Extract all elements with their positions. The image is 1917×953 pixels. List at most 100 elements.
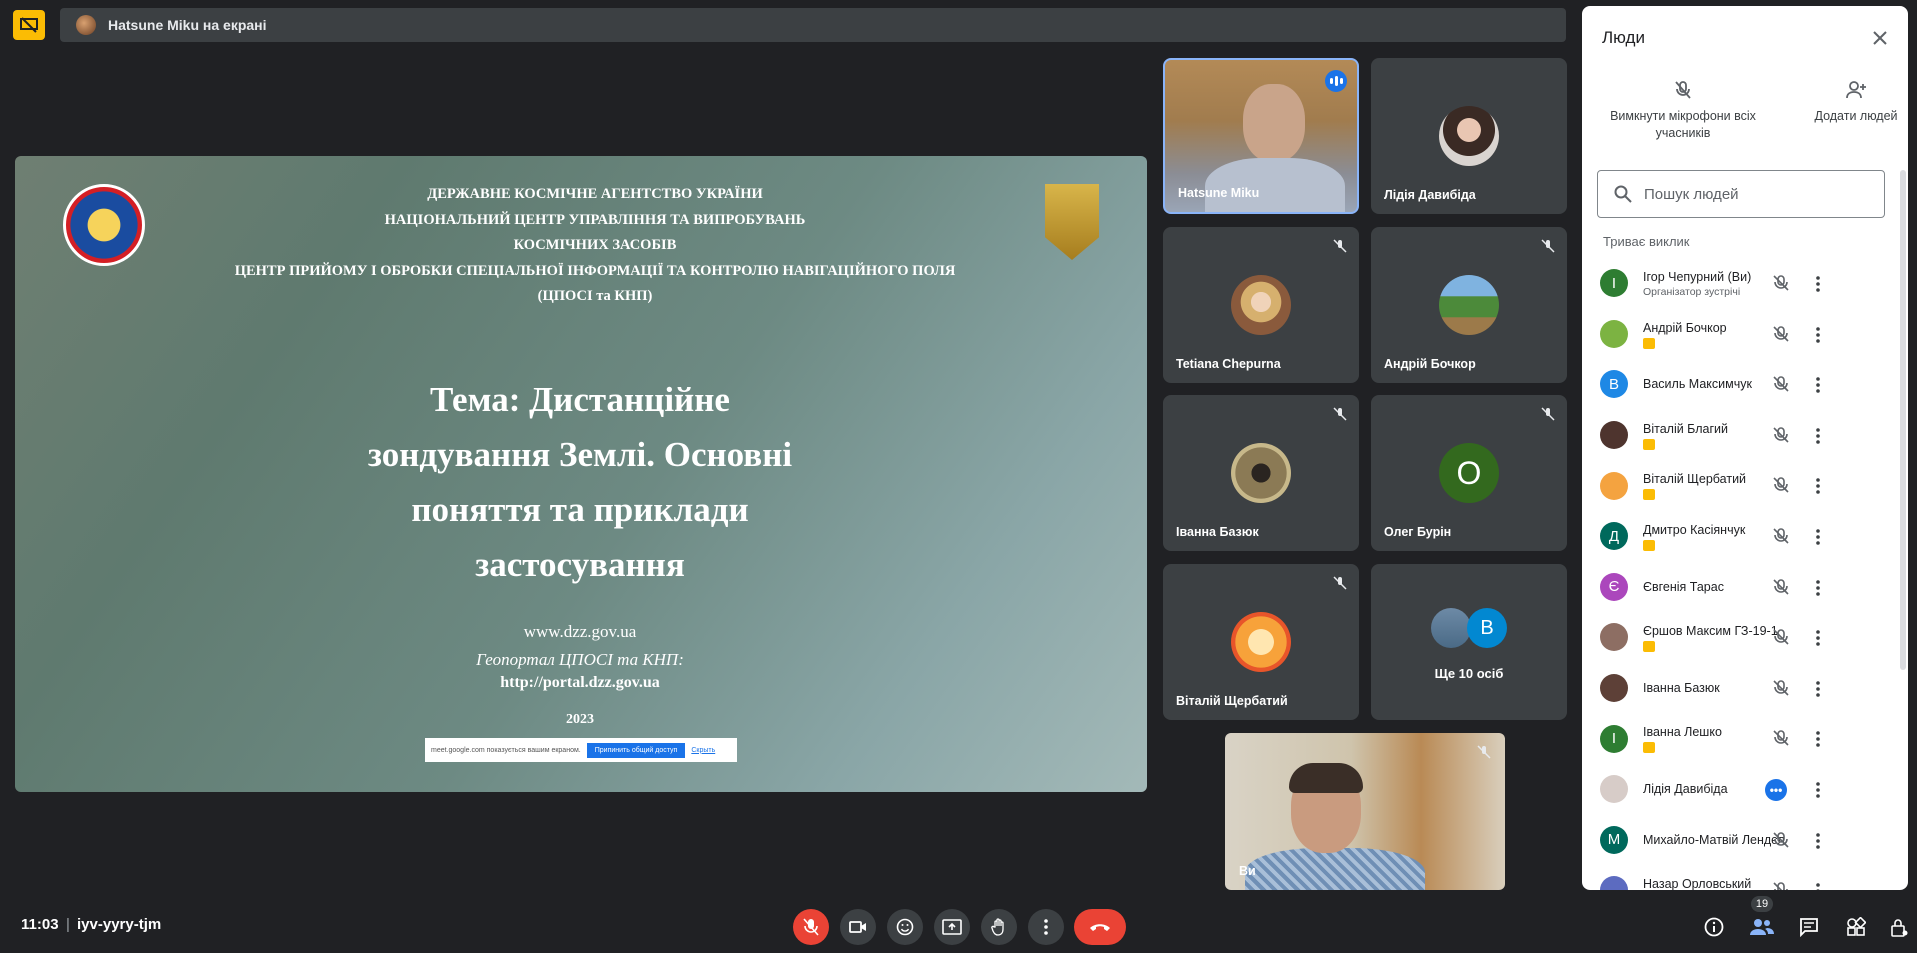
self-view-name: Ви xyxy=(1239,864,1256,878)
add-people-button[interactable]: Додати людей xyxy=(1814,80,1898,125)
slide-website: www.dzz.gov.ua xyxy=(523,622,637,641)
participant-tile[interactable]: Віталій Щербатий xyxy=(1163,564,1359,720)
more-vert-icon[interactable] xyxy=(1808,475,1828,497)
add-person-icon xyxy=(1814,80,1898,100)
people-panel-title: Люди xyxy=(1602,28,1645,47)
panel-scrollbar[interactable] xyxy=(1900,170,1906,670)
mic-off-icon[interactable] xyxy=(1772,578,1790,601)
more-vert-icon[interactable] xyxy=(1808,678,1828,700)
more-options-button[interactable] xyxy=(1028,909,1064,945)
mic-off-icon[interactable] xyxy=(1772,274,1790,297)
participant-name: Дмитро Касіянчук xyxy=(1643,522,1746,537)
participant-row[interactable]: Іванна Базюк xyxy=(1582,663,1908,714)
participant-row[interactable]: І Ігор Чепурний (Ви) Організатор зустрічі xyxy=(1582,258,1908,309)
more-vert-icon[interactable] xyxy=(1808,526,1828,548)
center-emblem xyxy=(1045,184,1099,260)
participant-avatar xyxy=(1600,674,1628,703)
people-button[interactable] xyxy=(1747,912,1777,942)
reactions-button[interactable] xyxy=(887,909,923,945)
stop-sharing-button[interactable]: Припинить общий доступ xyxy=(586,742,686,758)
presenting-badge-icon xyxy=(1643,337,1655,349)
more-vert-icon[interactable] xyxy=(1808,374,1828,396)
participant-name: Віталій Щербатий xyxy=(1176,694,1288,708)
participant-row[interactable]: Віталій Благий xyxy=(1582,410,1908,461)
participant-tile[interactable]: Іванна Базюк xyxy=(1163,395,1359,551)
clock: 11:03 xyxy=(21,916,59,933)
host-controls-button[interactable] xyxy=(1884,912,1914,942)
participant-tile[interactable]: О Олег Бурін xyxy=(1371,395,1567,551)
topic-line: зондування Землі. Основні xyxy=(367,435,793,474)
mic-off-icon[interactable] xyxy=(1772,325,1790,348)
participant-row[interactable]: Андрій Бочкор xyxy=(1582,309,1908,360)
participant-name: Іванна Лешко xyxy=(1643,725,1722,740)
mic-toggle-button[interactable] xyxy=(793,909,829,945)
participant-name: Іванна Базюк xyxy=(1176,525,1259,539)
participant-row[interactable]: В Василь Максимчук xyxy=(1582,359,1908,410)
participant-row[interactable]: Єршов Максим ГЗ-19-1 xyxy=(1582,612,1908,663)
participant-row[interactable]: Лідія Давибіда ••• xyxy=(1582,764,1908,815)
leave-call-button[interactable] xyxy=(1074,909,1126,945)
participant-row[interactable]: М Михайло-Матвій Лендєл xyxy=(1582,815,1908,866)
participant-row[interactable]: Д Дмитро Касіянчук xyxy=(1582,511,1908,562)
header-line: НАЦІОНАЛЬНИЙ ЦЕНТР УПРАВЛІННЯ ТА ВИПРОБУ… xyxy=(384,211,806,228)
more-vert-icon[interactable] xyxy=(1808,880,1828,890)
hide-notice-link[interactable]: Скрыть xyxy=(691,747,715,754)
close-icon[interactable] xyxy=(1866,24,1894,52)
raise-hand-button[interactable] xyxy=(981,909,1017,945)
video-feed xyxy=(1245,848,1425,890)
search-icon xyxy=(1614,185,1632,203)
mic-off-icon xyxy=(1333,239,1347,253)
emoji-icon xyxy=(896,918,914,936)
participant-tile[interactable]: Лідія Давибіда xyxy=(1371,58,1567,214)
more-vert-icon[interactable] xyxy=(1808,830,1828,852)
mic-off-icon[interactable] xyxy=(1772,881,1790,890)
more-vert-icon[interactable] xyxy=(1808,779,1828,801)
participant-row[interactable]: Назар Орловський xyxy=(1582,865,1908,890)
participant-avatar xyxy=(1600,319,1628,348)
people-search[interactable] xyxy=(1597,170,1885,218)
people-panel: Люди Вимкнути мікрофони всіх учасників Д… xyxy=(1582,6,1908,890)
activities-button[interactable] xyxy=(1841,912,1871,942)
people-icon xyxy=(1750,919,1774,935)
activities-icon xyxy=(1847,917,1866,936)
participant-tile[interactable]: Hatsune Miku xyxy=(1163,58,1359,214)
search-input[interactable] xyxy=(1644,185,1864,203)
mic-off-icon[interactable] xyxy=(1772,476,1790,499)
more-participants-tile[interactable]: В Ще 10 осіб xyxy=(1371,564,1567,720)
participant-avatar xyxy=(1600,623,1628,652)
mic-off-icon[interactable] xyxy=(1772,729,1790,752)
present-screen-button[interactable] xyxy=(934,909,970,945)
participant-row[interactable]: Є Євгенія Тарас xyxy=(1582,562,1908,613)
more-vert-icon[interactable] xyxy=(1808,273,1828,295)
more-vert-icon[interactable] xyxy=(1808,425,1828,447)
more-vert-icon[interactable] xyxy=(1808,577,1828,599)
mic-off-icon[interactable] xyxy=(1772,426,1790,449)
participant-tile[interactable]: Tetiana Chepurna xyxy=(1163,227,1359,383)
presentation-indicator-icon[interactable] xyxy=(13,10,45,40)
self-view-tile[interactable]: Ви xyxy=(1225,733,1505,890)
participant-name: Ігор Чепурний (Ви) xyxy=(1643,270,1752,284)
more-vert-icon[interactable] xyxy=(1808,627,1828,649)
participant-row[interactable]: І Іванна Лешко xyxy=(1582,713,1908,764)
mic-off-icon[interactable] xyxy=(1772,527,1790,550)
mic-off-icon[interactable] xyxy=(1772,628,1790,651)
mic-off-icon[interactable] xyxy=(1772,831,1790,854)
participant-name: Віталій Благий xyxy=(1643,421,1729,436)
mic-off-icon xyxy=(1541,239,1555,253)
mute-all-button[interactable]: Вимкнути мікрофони всіх учасників xyxy=(1608,80,1758,142)
participant-name: Андрій Бочкор xyxy=(1384,357,1476,371)
in-call-section-label: Триває виклик xyxy=(1603,234,1690,249)
meeting-info-button[interactable] xyxy=(1699,912,1729,942)
mic-off-icon[interactable] xyxy=(1772,375,1790,398)
participant-row[interactable]: Віталій Щербатий xyxy=(1582,460,1908,511)
chat-button[interactable] xyxy=(1794,912,1824,942)
mic-off-icon[interactable] xyxy=(1772,679,1790,702)
more-vert-icon[interactable] xyxy=(1808,324,1828,346)
participant-avatar xyxy=(1600,471,1628,500)
more-vert-icon[interactable] xyxy=(1808,728,1828,750)
slide-year: 2023 xyxy=(566,712,594,727)
participant-tile[interactable]: Андрій Бочкор xyxy=(1371,227,1567,383)
participant-avatar xyxy=(1231,612,1291,672)
camera-toggle-button[interactable] xyxy=(840,909,876,945)
participant-count-badge: 19 xyxy=(1751,896,1773,912)
